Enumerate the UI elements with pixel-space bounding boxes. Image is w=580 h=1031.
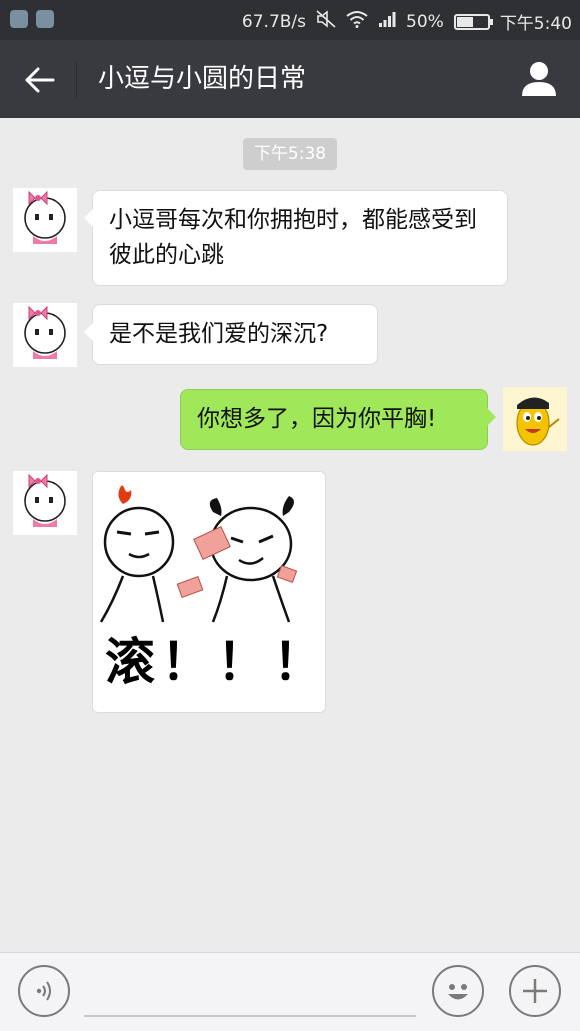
back-button[interactable]	[20, 60, 60, 100]
message-bubble-outgoing[interactable]: 你想多了，因为你平胸!	[180, 389, 496, 450]
bow-girl-avatar-icon	[24, 473, 66, 527]
my-avatar[interactable]	[503, 387, 567, 451]
status-bar: 67.7B/s 50% 下午5:40	[0, 0, 580, 40]
message-input[interactable]	[84, 967, 416, 1017]
bow-girl-avatar-icon	[24, 190, 66, 244]
chat-info-button[interactable]	[518, 58, 560, 100]
app-notification-icon	[10, 10, 28, 28]
wifi-icon	[346, 10, 368, 33]
emoji-icon	[448, 984, 468, 1000]
plus-icon	[523, 979, 547, 1003]
voice-input-button[interactable]	[18, 965, 70, 1017]
bow-girl-avatar-icon	[24, 305, 66, 359]
contact-avatar[interactable]	[13, 303, 77, 367]
message-bubble-incoming[interactable]: 小逗哥每次和你拥抱时，都能感受到彼此的心跳	[84, 190, 508, 286]
arrow-left-icon	[25, 67, 55, 93]
network-speed: 67.7B/s	[241, 11, 307, 32]
message-bubble-incoming[interactable]: 是不是我们爱的深沉?	[84, 304, 378, 365]
status-time: 下午5:40	[499, 14, 572, 34]
voice-icon	[36, 981, 51, 1001]
person-icon	[522, 62, 556, 96]
contact-avatar[interactable]	[13, 188, 77, 252]
yellow-bean-avatar-icon	[516, 397, 560, 446]
title-bar: 小逗与小圆的日常	[0, 40, 580, 118]
input-bar	[0, 952, 580, 1031]
signal-icon	[378, 10, 396, 33]
emoji-button[interactable]	[432, 965, 484, 1017]
battery-icon	[453, 13, 493, 30]
sticker-caption: 滚！！！	[105, 633, 326, 691]
title-divider	[76, 62, 77, 98]
battery-level-fill	[456, 16, 473, 27]
meme-sticker-illustration	[99, 485, 298, 623]
chat-title: 小逗与小圆的日常	[98, 64, 307, 94]
status-bar-right: 67.7B/s 50% 下午5:40	[242, 9, 572, 34]
message-timestamp: 下午5:38	[243, 138, 337, 170]
contact-avatar[interactable]	[13, 471, 77, 535]
battery-percent: 50%	[406, 11, 444, 32]
app-notification-icon	[36, 10, 54, 28]
sticker-message[interactable]: 滚！！！	[92, 471, 326, 713]
more-options-button[interactable]	[509, 965, 561, 1017]
chat-area[interactable]: 下午5:38 小逗哥每次和你拥抱时，都能感受到彼此的心跳 是不是我们爱的深沉? …	[0, 118, 580, 952]
mute-icon	[316, 10, 336, 33]
